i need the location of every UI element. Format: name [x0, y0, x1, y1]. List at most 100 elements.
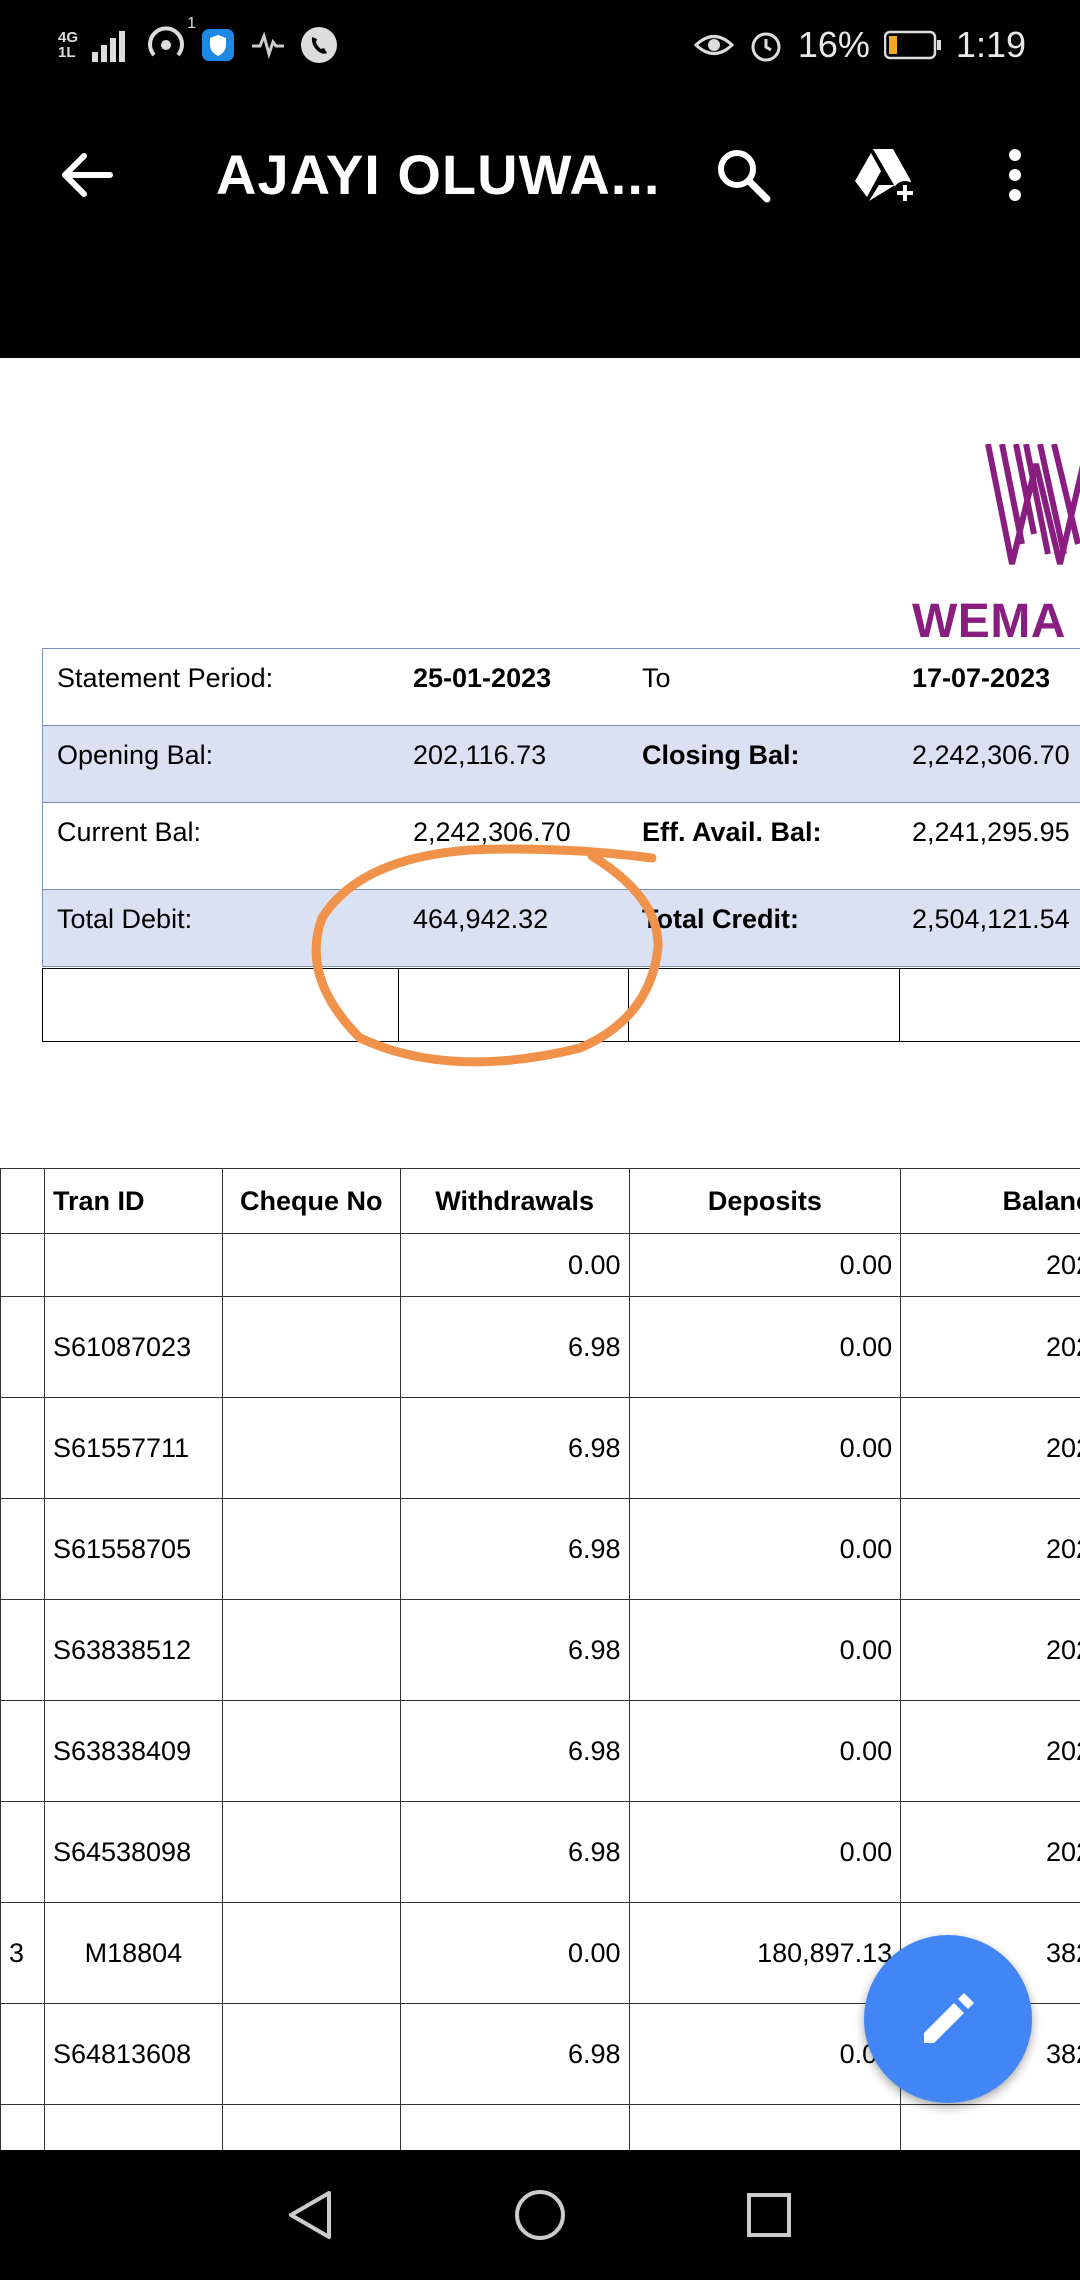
system-nav-bar: [0, 2150, 1080, 2280]
cell-cheque: [221, 1233, 401, 1297]
column-header-tran-id: Tran ID: [43, 1168, 223, 1234]
cell-withdrawals: 6.98: [399, 1599, 630, 1701]
cell-balance: 202: [900, 1801, 1080, 1903]
edit-pencil-icon: [924, 1993, 974, 2043]
summary-label: Total Credit:: [642, 904, 799, 934]
app-bar: AJAYI OLUWA...: [0, 90, 1080, 358]
search-button[interactable]: [708, 140, 778, 210]
column-header-withdrawals: Withdrawals: [399, 1168, 630, 1234]
phone-call-icon: [301, 27, 338, 63]
activity-icon: [252, 31, 285, 60]
eye-icon: [693, 35, 734, 55]
column-header-date: [0, 1168, 45, 1234]
summary-label: Closing Bal:: [642, 740, 800, 770]
drive-add-icon: [855, 149, 917, 205]
summary-label: To: [642, 663, 671, 693]
table-row: S63838409 6.98 0.00 202: [0, 1700, 1080, 1802]
summary-value: 202,116.73: [413, 740, 547, 770]
bank-name: WEMA B: [912, 595, 1080, 648]
cell-cheque: [221, 1902, 401, 2004]
summary-row-current: Current Bal: 2,242,306.70 Eff. Avail. Ba…: [42, 803, 1080, 890]
battery-percent: 16%: [797, 24, 870, 65]
table-row: S64538098 6.98 0.00 202: [0, 1801, 1080, 1903]
summary-value: 2,242,306.70: [912, 740, 1070, 770]
cell-date: [0, 1801, 45, 1903]
cell-withdrawals: 0.00: [399, 1233, 630, 1297]
nav-recents-button[interactable]: [734, 2180, 804, 2250]
clock-time: 1:19: [955, 24, 1026, 65]
edit-fab-button[interactable]: [864, 1935, 1032, 2103]
cell-withdrawals: 6.98: [399, 1801, 630, 1903]
cell-balance: 202: [900, 1498, 1080, 1600]
summary-value: 464,942.32: [413, 904, 549, 934]
table-row: S61558705 6.98 0.00 202: [0, 1498, 1080, 1600]
cell-balance: 202: [900, 1296, 1080, 1398]
nav-home-button[interactable]: [505, 2180, 575, 2250]
cell-deposits: 0.00: [628, 1801, 902, 1903]
cell-balance: 202: [900, 1700, 1080, 1802]
summary-value: 25-01-2023: [413, 663, 552, 693]
pdf-page[interactable]: WEMA B Statement Period: 25-01-2023 To 1…: [0, 358, 1080, 2150]
hotspot-icon: 1: [146, 15, 196, 68]
cell-tran-id: M18804: [43, 1902, 223, 2004]
column-header-balance: Balanc: [900, 1168, 1080, 1234]
cell-date: [0, 1397, 45, 1499]
cell-cheque: [221, 1397, 401, 1499]
cell-cheque: [221, 1498, 401, 1600]
home-circle-icon: [515, 2190, 565, 2240]
cell-deposits: 0.00: [628, 1296, 902, 1398]
status-bar: 4G 1L 1 16% 1:19: [0, 0, 1080, 90]
recents-square-icon: [747, 2193, 791, 2237]
cell-withdrawals: 6.98: [399, 1498, 630, 1600]
summary-value: 2,242,306.70: [413, 817, 571, 847]
summary-row-period: Statement Period: 25-01-2023 To 17-07-20…: [42, 648, 1080, 726]
network-type-indicator: 4G 1L: [58, 29, 79, 61]
cell-withdrawals: 6.98: [399, 2003, 630, 2105]
summary-row-totals: Total Debit: 464,942.32 Total Credit: 2,…: [42, 890, 1080, 967]
table-row: S61087023 6.98 0.00 202: [0, 1296, 1080, 1398]
cell-date: [0, 1599, 45, 1701]
back-button[interactable]: [52, 140, 122, 210]
summary-row-balance: Opening Bal: 202,116.73 Closing Bal: 2,2…: [42, 726, 1080, 803]
summary-label: Opening Bal:: [57, 740, 214, 770]
more-options-button[interactable]: [980, 140, 1050, 210]
cell-date: [0, 1498, 45, 1600]
summary-label: Eff. Avail. Bal:: [642, 817, 822, 847]
summary-value: 2,241,295.95: [912, 817, 1070, 847]
summary-label: Statement Period:: [57, 663, 274, 693]
back-arrow-icon: [62, 153, 113, 197]
column-header-deposits: Deposits: [628, 1168, 902, 1234]
cell-cheque: [221, 1599, 401, 1701]
hotspot-badge: 1: [187, 14, 197, 32]
more-vert-icon: [1009, 149, 1021, 201]
alarm-icon: [751, 32, 781, 62]
add-to-drive-button[interactable]: [851, 140, 921, 210]
summary-label: Current Bal:: [57, 817, 202, 847]
summary-label: Total Debit:: [57, 904, 193, 934]
document-title: AJAYI OLUWA...: [216, 143, 661, 206]
table-header-row: Tran ID Cheque No Withdrawals Deposits B…: [0, 1168, 1080, 1234]
cell-tran-id: S61087023: [43, 1296, 223, 1398]
cell-tran-id: [43, 1233, 223, 1297]
search-icon: [718, 150, 771, 203]
cell-tran-id: S61557711: [43, 1397, 223, 1499]
summary-blank-row: [42, 968, 1080, 1042]
statement-summary: Statement Period: 25-01-2023 To 17-07-20…: [42, 648, 1080, 967]
cell-deposits: 0.00: [628, 1233, 902, 1297]
cell-deposits: 0.00: [628, 1397, 902, 1499]
cell-deposits: 0.00: [628, 1700, 902, 1802]
cell-tran-id: S64813608: [43, 2003, 223, 2105]
table-row: S63838512 6.98 0.00 202: [0, 1599, 1080, 1701]
cell-tran-id: S61558705: [43, 1498, 223, 1600]
cell-cheque: [221, 1801, 401, 1903]
nav-back-button[interactable]: [275, 2180, 345, 2250]
cell-deposits: 180,897.13: [628, 1902, 902, 2004]
cell-tran-id: S63838512: [43, 1599, 223, 1701]
cell-withdrawals: 6.98: [399, 1700, 630, 1802]
cell-deposits: 0.00: [628, 2003, 902, 2105]
signal-icon: [92, 31, 126, 62]
cell-deposits: 0.00: [628, 1498, 902, 1600]
cell-date: [0, 1700, 45, 1802]
back-triangle-icon: [289, 2191, 331, 2239]
cell-balance: 202: [900, 1397, 1080, 1499]
